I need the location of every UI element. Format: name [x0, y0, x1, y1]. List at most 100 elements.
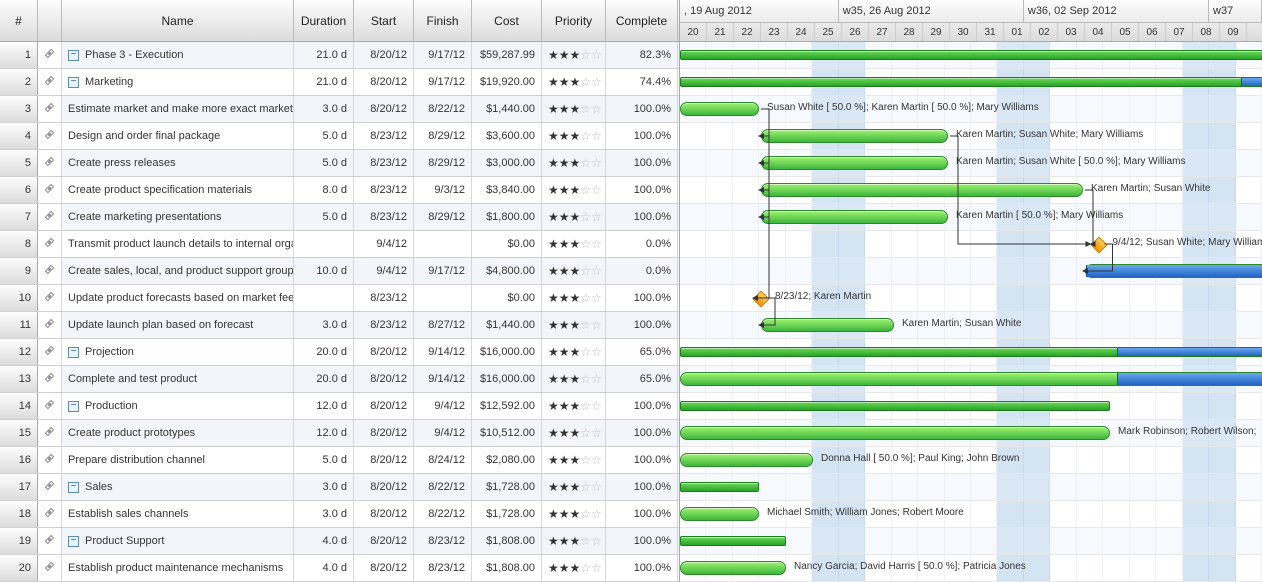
row-number[interactable]: 3 [0, 96, 38, 122]
gantt-row[interactable] [680, 69, 1262, 96]
summary-bar[interactable] [680, 347, 1262, 357]
cost-cell[interactable]: $4,800.00 [472, 258, 542, 284]
summary-bar[interactable] [680, 482, 759, 492]
cost-cell[interactable]: $59,287.99 [472, 42, 542, 68]
link-icon[interactable] [38, 393, 62, 419]
link-icon[interactable] [38, 204, 62, 230]
task-bar[interactable] [761, 129, 948, 143]
col-header-number[interactable]: # [0, 0, 38, 41]
week-header[interactable]: w37 [1209, 0, 1262, 22]
duration-cell[interactable]: 3.0 d [294, 312, 354, 338]
cost-cell[interactable]: $1,800.00 [472, 204, 542, 230]
collapse-icon[interactable]: − [68, 77, 79, 88]
start-cell[interactable]: 8/20/12 [354, 96, 414, 122]
cost-cell[interactable]: $3,840.00 [472, 177, 542, 203]
finish-cell[interactable] [414, 231, 472, 257]
task-name-cell[interactable]: Estimate market and make more exact mark… [62, 96, 294, 122]
priority-cell[interactable]: ★★★☆☆ [542, 150, 606, 176]
priority-stars[interactable]: ★★★☆☆ [548, 102, 602, 116]
finish-cell[interactable]: 8/29/12 [414, 150, 472, 176]
col-header-duration[interactable]: Duration [294, 0, 354, 41]
link-icon[interactable] [38, 447, 62, 473]
priority-stars[interactable]: ★★★☆☆ [548, 75, 602, 89]
day-header[interactable]: 07 [1166, 23, 1193, 41]
priority-cell[interactable]: ★★★☆☆ [542, 204, 606, 230]
row-number[interactable]: 15 [0, 420, 38, 446]
task-bar[interactable] [680, 561, 786, 575]
priority-stars[interactable]: ★★★☆☆ [548, 48, 602, 62]
task-bar[interactable] [680, 426, 1110, 440]
day-header[interactable]: 27 [869, 23, 896, 41]
row-number[interactable]: 12 [0, 339, 38, 365]
priority-stars[interactable]: ★★★☆☆ [548, 129, 602, 143]
gantt-row[interactable]: Karen Martin; Susan White [ 50.0 %]; Mar… [680, 150, 1262, 177]
col-header-tool[interactable] [38, 0, 62, 41]
week-header[interactable]: w35, 26 Aug 2012 [839, 0, 1024, 22]
link-icon[interactable] [38, 177, 62, 203]
start-cell[interactable]: 8/20/12 [354, 366, 414, 392]
priority-stars[interactable]: ★★★☆☆ [548, 399, 602, 413]
table-row[interactable]: 7Create marketing presentations5.0 d8/23… [0, 204, 679, 231]
gantt-row[interactable]: Mark Robinson; Robert Wilson; [680, 420, 1262, 447]
row-number[interactable]: 10 [0, 285, 38, 311]
table-row[interactable]: 12−Projection20.0 d8/20/129/14/12$16,000… [0, 339, 679, 366]
priority-cell[interactable]: ★★★☆☆ [542, 69, 606, 95]
table-row[interactable]: 6Create product specification materials8… [0, 177, 679, 204]
finish-cell[interactable]: 8/29/12 [414, 123, 472, 149]
summary-bar[interactable] [680, 77, 1262, 87]
day-header[interactable]: 01 [1004, 23, 1031, 41]
link-icon[interactable] [38, 231, 62, 257]
duration-cell[interactable]: 5.0 d [294, 204, 354, 230]
gantt-row[interactable] [680, 366, 1262, 393]
priority-stars[interactable]: ★★★☆☆ [548, 291, 602, 305]
duration-cell[interactable]: 4.0 d [294, 555, 354, 581]
row-number[interactable]: 11 [0, 312, 38, 338]
task-bar[interactable] [761, 183, 1083, 197]
summary-bar[interactable] [680, 50, 1262, 60]
start-cell[interactable]: 9/4/12 [354, 258, 414, 284]
complete-cell[interactable]: 82.3% [606, 42, 678, 68]
start-cell[interactable]: 8/20/12 [354, 393, 414, 419]
timeline-body[interactable]: Susan White [ 50.0 %]; Karen Martin [ 50… [680, 42, 1262, 582]
task-name-cell[interactable]: Transmit product launch details to inter… [62, 231, 294, 257]
priority-stars[interactable]: ★★★☆☆ [548, 210, 602, 224]
cost-cell[interactable]: $19,920.00 [472, 69, 542, 95]
priority-cell[interactable]: ★★★☆☆ [542, 312, 606, 338]
duration-cell[interactable]: 3.0 d [294, 474, 354, 500]
finish-cell[interactable]: 9/17/12 [414, 258, 472, 284]
day-header[interactable]: 30 [950, 23, 977, 41]
complete-cell[interactable]: 100.0% [606, 447, 678, 473]
day-header[interactable]: 08 [1193, 23, 1220, 41]
complete-cell[interactable]: 74.4% [606, 69, 678, 95]
duration-cell[interactable]: 3.0 d [294, 501, 354, 527]
start-cell[interactable]: 8/23/12 [354, 123, 414, 149]
cost-cell[interactable]: $1,808.00 [472, 555, 542, 581]
finish-cell[interactable]: 9/17/12 [414, 42, 472, 68]
task-name-cell[interactable]: Update launch plan based on forecast [62, 312, 294, 338]
priority-cell[interactable]: ★★★☆☆ [542, 177, 606, 203]
day-header[interactable]: 31 [977, 23, 1004, 41]
table-row[interactable]: 13Complete and test product20.0 d8/20/12… [0, 366, 679, 393]
finish-cell[interactable] [414, 285, 472, 311]
priority-cell[interactable]: ★★★☆☆ [542, 420, 606, 446]
task-name-cell[interactable]: −Production [62, 393, 294, 419]
gantt-row[interactable]: Nancy Garcia; David Harris [ 50.0 %]; Pa… [680, 555, 1262, 582]
task-name-cell[interactable]: Update product forecasts based on market… [62, 285, 294, 311]
link-icon[interactable] [38, 285, 62, 311]
complete-cell[interactable]: 100.0% [606, 528, 678, 554]
task-name-cell[interactable]: Prepare distribution channel [62, 447, 294, 473]
complete-cell[interactable]: 100.0% [606, 393, 678, 419]
day-header[interactable]: 05 [1112, 23, 1139, 41]
cost-cell[interactable]: $1,440.00 [472, 312, 542, 338]
duration-cell[interactable]: 5.0 d [294, 123, 354, 149]
gantt-row[interactable]: Karen Martin; Susan White [680, 312, 1262, 339]
row-number[interactable]: 14 [0, 393, 38, 419]
gantt-row[interactable] [680, 42, 1262, 69]
start-cell[interactable]: 8/20/12 [354, 420, 414, 446]
col-header-cost[interactable]: Cost [472, 0, 542, 41]
table-row[interactable]: 4Design and order final package5.0 d8/23… [0, 123, 679, 150]
start-cell[interactable]: 8/23/12 [354, 177, 414, 203]
summary-bar[interactable] [680, 401, 1110, 411]
table-row[interactable]: 9Create sales, local, and product suppor… [0, 258, 679, 285]
gantt-row[interactable]: Donna Hall [ 50.0 %]; Paul King; John Br… [680, 447, 1262, 474]
